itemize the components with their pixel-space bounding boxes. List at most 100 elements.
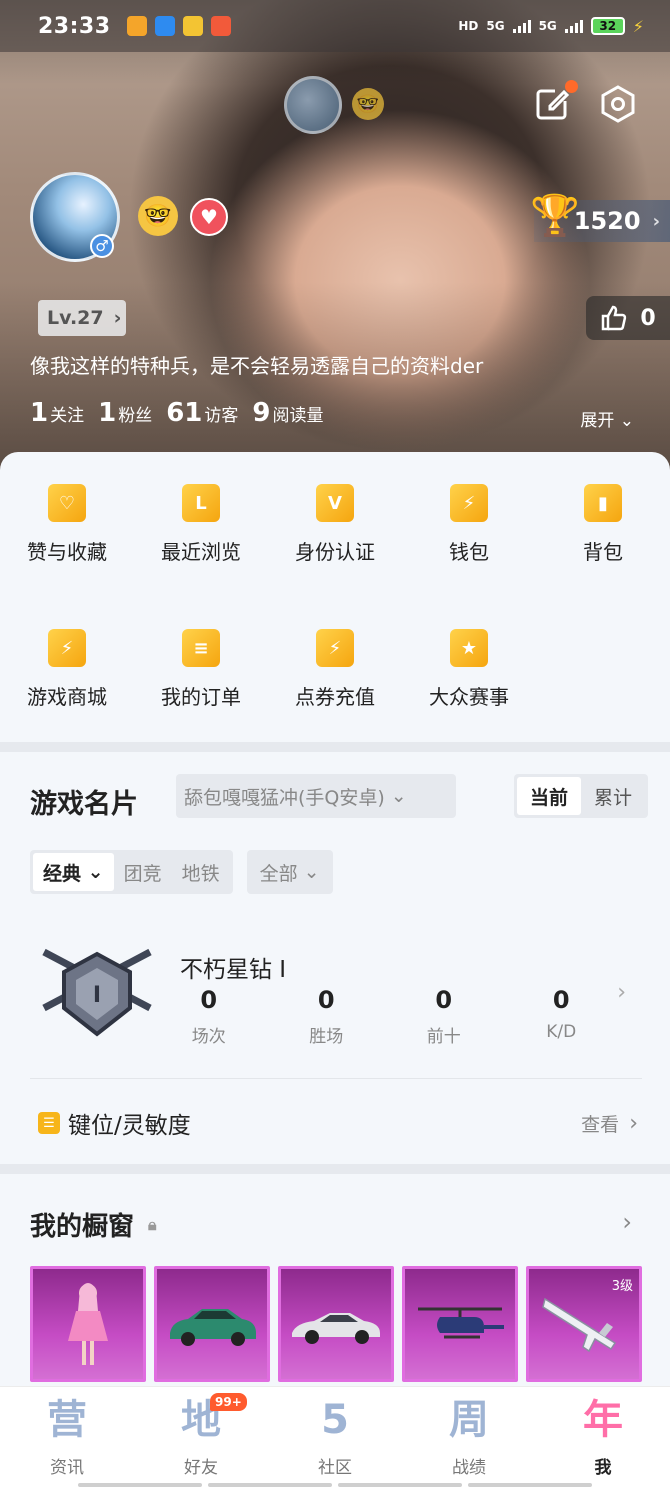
stat-visitors[interactable]: 61 访客 xyxy=(166,398,238,428)
menu-game-store[interactable]: ⚡ 游戏商城 xyxy=(0,621,134,710)
showcase-header[interactable]: 我的橱窗 🔒︎ xyxy=(30,1206,157,1243)
showcase-section: 我的橱窗 🔒︎ › 3级 xyxy=(0,1174,670,1389)
stat-following[interactable]: 1 关注 xyxy=(30,398,84,428)
expand-button[interactable]: 展开 ⌄ xyxy=(580,406,634,431)
status-bar: 23:33 HD 5G 5G 32 ⚡ xyxy=(0,0,670,52)
scope-toggle: 当前 累计 xyxy=(514,774,648,818)
bottom-tab-bar: 营 资讯 地 99+ 好友 5 社区 周 战绩 年 我 xyxy=(0,1386,670,1489)
trophy-score-button[interactable]: 🏆 1520 › xyxy=(530,193,670,242)
heart-badge-icon[interactable]: ♥ xyxy=(190,198,228,236)
male-gender-icon: ♂ xyxy=(90,234,114,258)
keys-sensitivity-row[interactable]: ☰ 键位/灵敏度 查看 › xyxy=(38,1106,638,1140)
tab-cumulative[interactable]: 累计 xyxy=(581,777,645,815)
section-divider xyxy=(0,742,670,752)
mode-tabs: 经典 ⌄ 团竞 地铁 xyxy=(30,850,233,894)
stat-followers[interactable]: 1 粉丝 xyxy=(98,398,152,428)
level-text: Lv.27 xyxy=(47,307,104,329)
stat-kd: 0 K/D xyxy=(546,986,577,1042)
signal-icon xyxy=(512,19,531,33)
tab-community[interactable]: 5 社区 xyxy=(268,1387,402,1489)
settings-button[interactable] xyxy=(598,84,638,124)
news-tab-icon: 营 xyxy=(47,1397,87,1443)
like-button[interactable]: 0 xyxy=(586,296,670,340)
weibo-icon xyxy=(210,16,231,36)
recent-browse-icon: L xyxy=(182,484,220,522)
showcase-item-sportscar[interactable] xyxy=(278,1266,394,1382)
chevron-right-icon: › xyxy=(113,307,122,329)
menu-tournaments[interactable]: ★ 大众赛事 xyxy=(402,621,536,710)
battery-icon: 32 xyxy=(590,17,625,35)
scroll-indicator xyxy=(0,1483,670,1487)
showcase-item-suv[interactable] xyxy=(154,1266,270,1382)
menu-backpack[interactable]: ▮ 背包 xyxy=(536,476,670,565)
item-level: 3级 xyxy=(611,1279,633,1294)
menu-identity-verify[interactable]: V 身份认证 xyxy=(268,476,402,565)
sliders-icon: ☰ xyxy=(38,1112,60,1134)
tournament-trophy-icon: ★ xyxy=(450,629,488,667)
menu-my-orders[interactable]: ≡ 我的订单 xyxy=(134,621,268,710)
chevron-right-icon[interactable]: › xyxy=(622,1208,632,1236)
rank-name: 不朽星钻 I xyxy=(180,957,287,983)
chevron-down-icon: ⌄ xyxy=(619,411,634,431)
notification-app-icon xyxy=(154,16,175,36)
like-count: 0 xyxy=(640,305,656,331)
heart-bookmark-icon: ♡ xyxy=(48,484,86,522)
glasses-emoji-icon: 🤓 xyxy=(352,88,384,120)
notification-dot xyxy=(565,80,578,93)
settings-hexagon-icon xyxy=(601,85,635,123)
records-tab-icon: 周 xyxy=(449,1397,489,1443)
stat-wins: 0 胜场 xyxy=(309,986,344,1047)
section-title: 游戏名片 xyxy=(30,789,138,820)
tab-me[interactable]: 年 我 xyxy=(536,1387,670,1489)
edit-profile-button[interactable] xyxy=(532,80,578,124)
rank-summary[interactable]: I 不朽星钻 I 0 场次 0 胜场 0 前十 0 K/D › xyxy=(0,942,670,1072)
hd-icon: HD xyxy=(458,19,479,33)
charging-icon: ⚡ xyxy=(632,16,644,36)
rank-stats: 0 场次 0 胜场 0 前十 0 K/D xyxy=(150,986,620,1047)
view-link: 查看 xyxy=(581,1113,620,1136)
filter-select[interactable]: 全部 ⌄ xyxy=(246,850,333,894)
section-title: 我的橱窗 xyxy=(30,1212,135,1242)
level-badge[interactable]: Lv.27 › xyxy=(38,300,126,336)
tab-records[interactable]: 周 战绩 xyxy=(402,1387,536,1489)
svg-text:I: I xyxy=(93,983,101,1008)
feature-menu: ♡ 赞与收藏 L 最近浏览 V 身份认证 ⚡ 钱包 ▮ 背包 ⚡ 游戏商城 ≡ 我的订单 ⚡ 点… xyxy=(0,452,670,742)
showcase-item-rifle[interactable]: 3级 xyxy=(526,1266,642,1382)
mode-filters: 经典 ⌄ 团竞 地铁 全部 ⌄ xyxy=(30,850,333,894)
backpack-icon: ▮ xyxy=(584,484,622,522)
status-app-icons xyxy=(126,16,231,36)
profile-stats: 1 关注 1 粉丝 61 访客 9 阅读量 xyxy=(30,398,323,428)
signal-icon xyxy=(564,19,583,33)
mode-tab-metro[interactable]: 地铁 xyxy=(172,853,230,891)
pink-dress-character-icon xyxy=(68,1283,108,1365)
showcase-item-helicopter[interactable] xyxy=(402,1266,518,1382)
tab-friends[interactable]: 地 99+ 好友 xyxy=(134,1387,268,1489)
server-select-value: 舔包嘎嘎猛冲(手Q安卓) xyxy=(184,786,385,809)
glasses-badge-icon[interactable]: 🤓 xyxy=(138,196,178,236)
mode-tab-team[interactable]: 团竞 xyxy=(114,853,172,891)
mode-tab-classic[interactable]: 经典 ⌄ xyxy=(33,853,114,891)
menu-likes-favorites[interactable]: ♡ 赞与收藏 xyxy=(0,476,134,565)
rank-emblem-icon: I xyxy=(42,948,152,1037)
menu-recent-browse[interactable]: L 最近浏览 xyxy=(134,476,268,565)
shopping-bag-icon: ⚡ xyxy=(48,629,86,667)
showcase-item-outfit[interactable] xyxy=(30,1266,146,1382)
profile-bio: 像我这样的特种兵，是不会轻易透露自己的资料der xyxy=(30,354,484,378)
status-indicators: HD 5G 5G 32 ⚡ xyxy=(458,17,644,36)
menu-voucher-topup[interactable]: ⚡ 点券充值 xyxy=(268,621,402,710)
order-list-icon: ≡ xyxy=(182,629,220,667)
notification-badge: 99+ xyxy=(210,1393,247,1411)
menu-wallet[interactable]: ⚡ 钱包 xyxy=(402,476,536,565)
tab-current[interactable]: 当前 xyxy=(517,777,581,815)
header-actions xyxy=(532,80,638,124)
stat-reads[interactable]: 9 阅读量 xyxy=(252,398,323,428)
me-tab-icon: 年 xyxy=(583,1397,623,1443)
chevron-down-icon: ⌄ xyxy=(390,785,407,807)
divider xyxy=(30,1078,642,1079)
trophy-icon: 🏆 xyxy=(530,193,580,239)
game-card-section: 游戏名片 舔包嘎嘎猛冲(手Q安卓) ⌄ 当前 累计 经典 ⌄ 团竞 地铁 全部 … xyxy=(0,752,670,1164)
chevron-down-icon: ⌄ xyxy=(87,861,104,883)
server-select[interactable]: 舔包嘎嘎猛冲(手Q安卓) ⌄ xyxy=(176,774,456,818)
tab-news[interactable]: 营 资讯 xyxy=(0,1387,134,1489)
stat-top10: 0 前十 xyxy=(426,986,461,1047)
